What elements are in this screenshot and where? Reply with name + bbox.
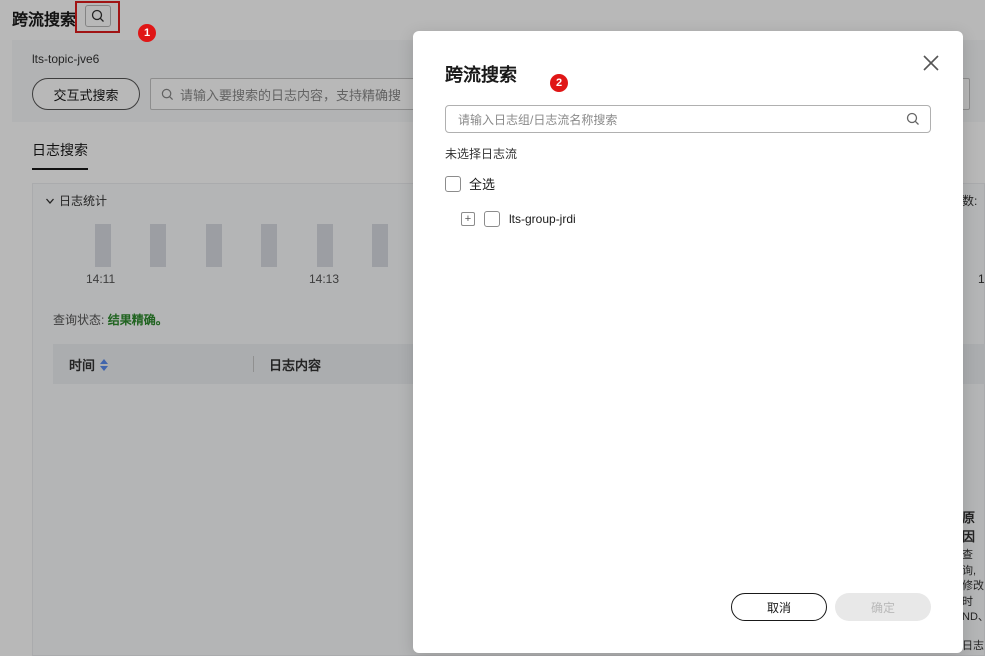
group-checkbox[interactable] xyxy=(484,211,500,227)
cancel-button[interactable]: 取消 xyxy=(731,593,827,621)
stream-search-input[interactable]: 请输入日志组/日志流名称搜索 xyxy=(445,105,931,133)
close-button[interactable] xyxy=(919,51,943,75)
select-all-row[interactable]: 全选 xyxy=(445,174,495,193)
select-all-label: 全选 xyxy=(469,177,496,192)
group-row: + lts-group-jrdi xyxy=(461,211,576,227)
confirm-button[interactable]: 确定 xyxy=(835,593,931,621)
stream-search-placeholder: 请输入日志组/日志流名称搜索 xyxy=(458,112,618,127)
step-marker-2: 2 xyxy=(550,74,568,92)
search-icon xyxy=(906,112,919,125)
expand-icon[interactable]: + xyxy=(461,212,475,226)
select-all-checkbox[interactable] xyxy=(445,175,461,192)
dialog-title: 跨流搜索 xyxy=(445,65,517,85)
selection-status: 未选择日志流 xyxy=(445,147,518,161)
step-marker-1: 1 xyxy=(138,24,156,42)
cross-search-dialog: 跨流搜索 2 请输入日志组/日志流名称搜索 未选择日志流 全选 + lts-gr… xyxy=(413,31,963,653)
group-name: lts-group-jrdi xyxy=(509,212,576,226)
close-icon xyxy=(923,55,939,71)
